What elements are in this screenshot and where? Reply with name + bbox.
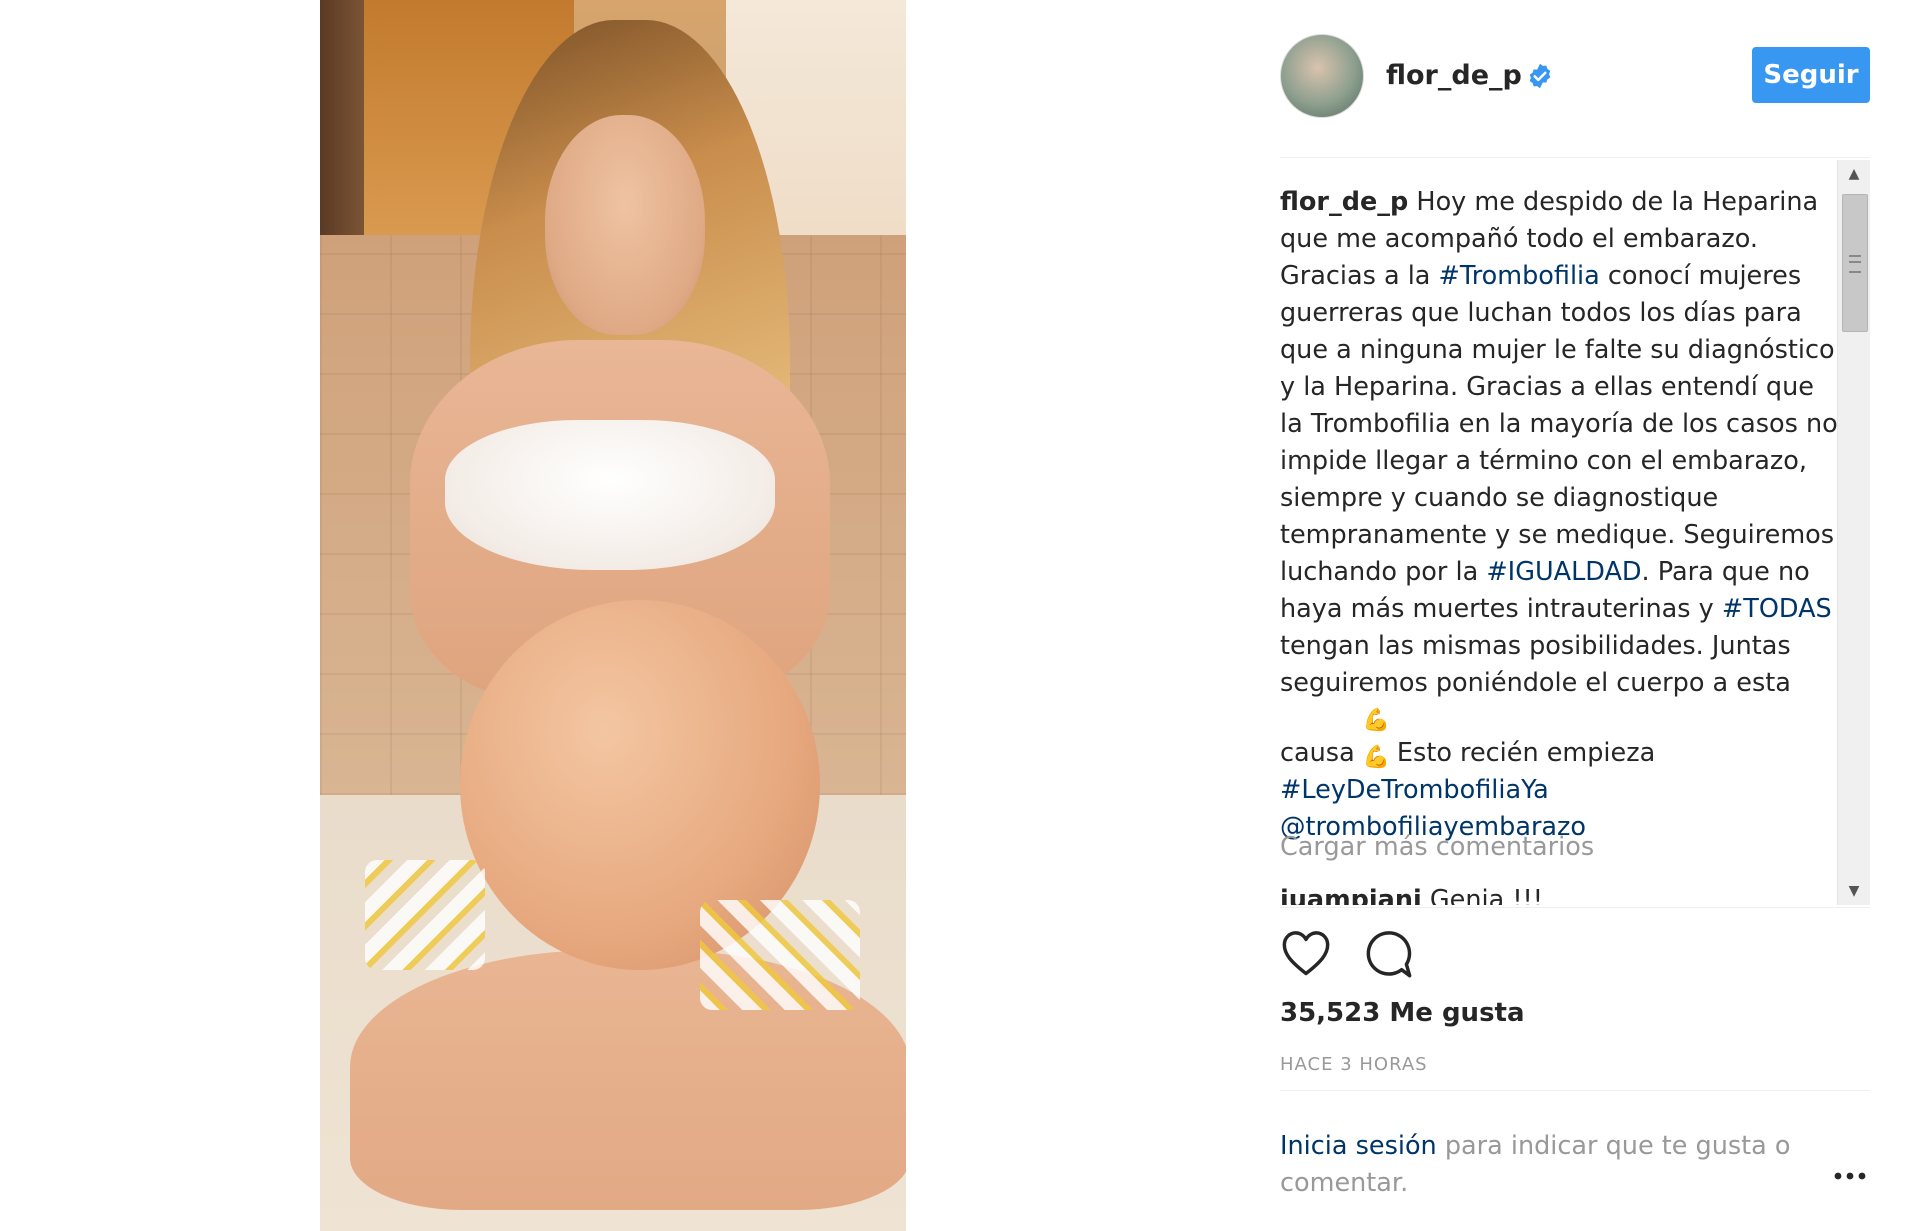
scrollbar-grip-icon <box>1849 255 1861 273</box>
instagram-post-page: flor_de_p Seguir flor_de_p Hoy me despid… <box>0 0 1920 1231</box>
flexed-biceps-emoji: 💪💪 <box>1362 708 1391 770</box>
footer-divider <box>1280 1090 1870 1091</box>
likes-count[interactable]: 35,523 Me gusta <box>1280 998 1525 1028</box>
scroll-down-arrow-icon[interactable]: ▼ <box>1838 877 1870 905</box>
caption-username[interactable]: flor_de_p <box>1280 187 1408 217</box>
photo-face <box>545 115 705 335</box>
comment-item: juampiani Genia !!! <box>1280 885 1543 905</box>
header-username[interactable]: flor_de_p <box>1386 60 1522 91</box>
comment-username[interactable]: juampiani <box>1280 885 1422 905</box>
follow-button[interactable]: Seguir <box>1752 47 1870 103</box>
comments-area[interactable]: flor_de_p Hoy me despido de la Heparina … <box>1280 160 1870 905</box>
post-header: flor_de_p Seguir <box>1280 30 1870 130</box>
comment-bubble-icon[interactable] <box>1362 928 1414 980</box>
hashtag-trombofilia[interactable]: #Trombofilia <box>1439 261 1600 291</box>
comments-divider <box>1280 907 1870 908</box>
photo-bra <box>445 420 775 570</box>
scrollbar-thumb[interactable] <box>1842 194 1868 332</box>
post-photo[interactable] <box>320 0 906 1231</box>
more-options-icon[interactable] <box>1830 1166 1870 1186</box>
post-timestamp[interactable]: HACE 3 HORAS <box>1280 1054 1428 1075</box>
login-link[interactable]: Inicia sesión <box>1280 1131 1437 1161</box>
login-prompt: Inicia sesión para indicar que te gusta … <box>1280 1128 1800 1202</box>
verified-badge-icon <box>1529 63 1551 89</box>
caption-text-5: Esto recién empieza <box>1388 738 1656 768</box>
photo-vials-right <box>700 900 860 1010</box>
hashtag-leydetrombofiliaya[interactable]: #LeyDeTrombofiliaYa <box>1280 775 1549 805</box>
caption-text-2: conocí mujeres guerreras que luchan todo… <box>1280 261 1838 587</box>
load-more-comments-link[interactable]: Cargar más comentarios <box>1280 832 1594 862</box>
photo-person <box>350 20 906 1210</box>
hashtag-todas[interactable]: #TODAS <box>1722 594 1832 624</box>
avatar[interactable] <box>1280 34 1364 118</box>
post-details-panel: flor_de_p Seguir flor_de_p Hoy me despid… <box>1280 0 1870 1231</box>
post-caption: flor_de_p Hoy me despido de la Heparina … <box>1280 184 1840 846</box>
header-divider <box>1280 157 1870 158</box>
photo-vials-left <box>365 860 485 970</box>
comments-scrollbar[interactable]: ▲ ▼ <box>1837 160 1870 905</box>
hashtag-igualdad[interactable]: #IGUALDAD <box>1486 557 1641 587</box>
post-actions <box>1280 928 1480 984</box>
comment-text: Genia !!! <box>1421 885 1543 905</box>
heart-icon[interactable] <box>1280 928 1332 980</box>
scroll-up-arrow-icon[interactable]: ▲ <box>1838 160 1870 188</box>
